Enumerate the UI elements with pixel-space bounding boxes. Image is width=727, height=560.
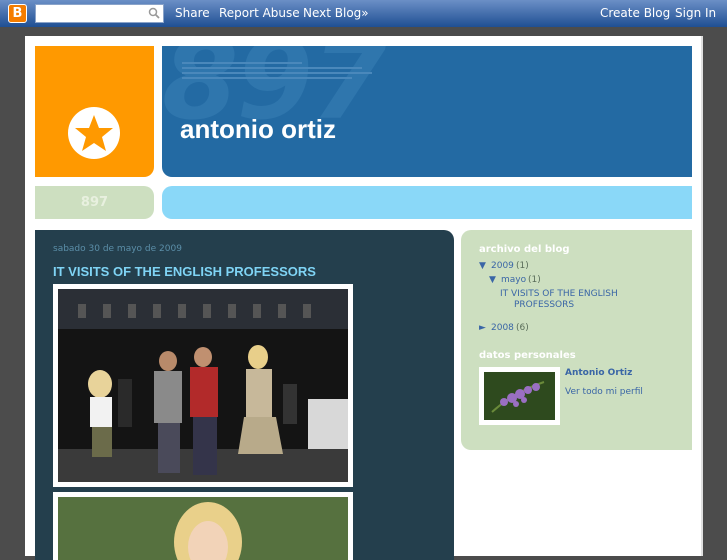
sign-in-link[interactable]: Sign In xyxy=(675,6,716,20)
share-link[interactable]: Share xyxy=(175,6,210,20)
archive-post-link-cont[interactable]: PROFESSORS xyxy=(514,300,574,310)
archive-year-2009-count: (1) xyxy=(516,261,529,271)
archive-heading: archivo del blog xyxy=(479,244,570,255)
profile-name-link[interactable]: Antonio Ortiz xyxy=(565,368,632,378)
view-profile-link[interactable]: Ver todo mi perfil xyxy=(565,387,643,397)
archive-year-2008-count: (6) xyxy=(516,323,529,333)
blog-description xyxy=(182,62,382,82)
report-abuse-link[interactable]: Report Abuse xyxy=(219,6,300,20)
main-content: sabado 30 de mayo de 2009 IT VISITS OF T… xyxy=(35,230,454,560)
frame-shadow xyxy=(701,36,703,556)
archive-year-2008[interactable]: 2008 xyxy=(491,323,514,333)
profile-photo[interactable] xyxy=(479,367,560,425)
post-photo-2[interactable] xyxy=(53,492,353,560)
header-bar-label: 897 xyxy=(80,195,109,210)
blog-logo-block xyxy=(35,46,154,177)
archive-month-mayo-count: (1) xyxy=(528,275,541,285)
post-date: sabado 30 de mayo de 2009 xyxy=(53,244,182,254)
collapse-arrow-icon[interactable]: ▼ xyxy=(489,275,496,285)
star-icon xyxy=(68,107,120,159)
expand-arrow-icon[interactable]: ► xyxy=(479,323,486,333)
blog-header: 897 antonio ortiz xyxy=(162,46,692,177)
archive-month-mayo[interactable]: mayo xyxy=(501,275,526,285)
blogger-navbar: B Share Report Abuse Next Blog» Create B… xyxy=(0,0,727,27)
profile-heading: datos personales xyxy=(479,350,576,361)
post-title[interactable]: IT VISITS OF THE ENGLISH PROFESSORS xyxy=(53,264,316,279)
blog-title[interactable]: antonio ortiz xyxy=(180,114,336,145)
header-bar-left: 897 xyxy=(35,186,154,219)
post-photo-1[interactable] xyxy=(53,284,353,487)
archive-post-link[interactable]: IT VISITS OF THE ENGLISH xyxy=(500,289,618,299)
blogger-logo-icon[interactable]: B xyxy=(8,4,27,23)
collapse-arrow-icon[interactable]: ▼ xyxy=(479,261,486,271)
sidebar: archivo del blog ▼ 2009 (1) ▼ mayo (1) I… xyxy=(461,230,692,450)
search-input[interactable] xyxy=(35,4,164,23)
search-icon[interactable] xyxy=(148,7,160,19)
archive-year-2009[interactable]: 2009 xyxy=(491,261,514,271)
create-blog-link[interactable]: Create Blog xyxy=(600,6,670,20)
header-bar-right xyxy=(162,186,692,219)
next-blog-link[interactable]: Next Blog» xyxy=(303,6,369,20)
